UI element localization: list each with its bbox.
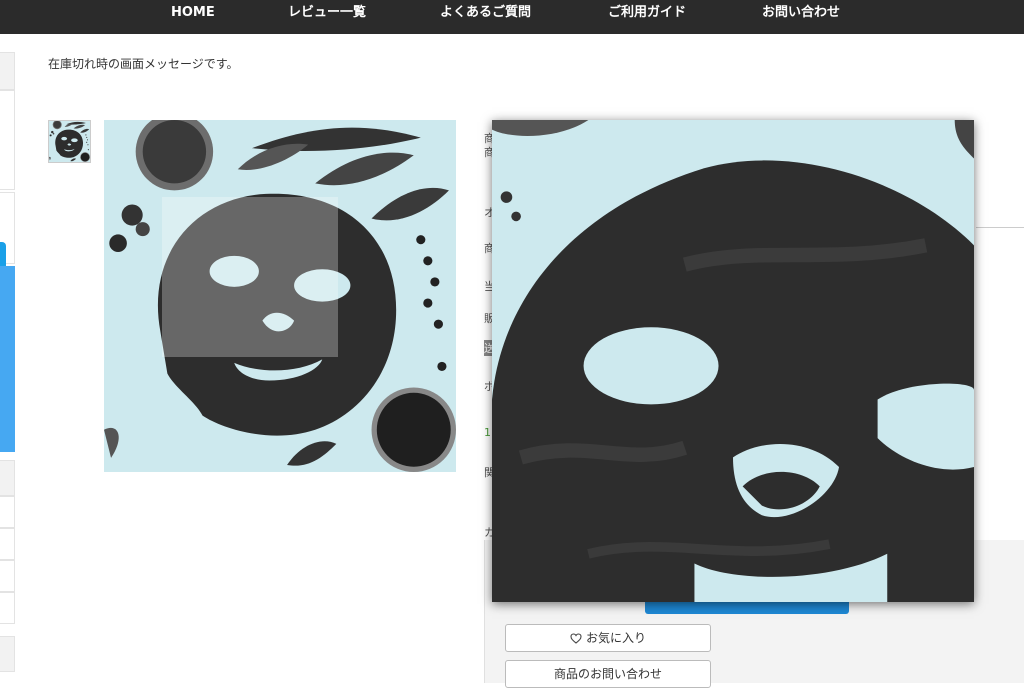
nav-home[interactable]: HOME xyxy=(171,0,215,28)
product-thumbnail[interactable] xyxy=(48,120,91,163)
sidebar-block xyxy=(0,90,15,190)
left-sidebar xyxy=(0,34,16,683)
sidebar-block xyxy=(0,52,15,90)
product-inquiry-button[interactable]: 商品のお問い合わせ xyxy=(505,660,711,688)
zoom-lens[interactable] xyxy=(162,197,338,357)
top-navigation: HOME レビュー一覧 よくあるご質問 ご利用ガイド お問い合わせ xyxy=(0,0,1024,34)
zoom-preview xyxy=(492,120,974,602)
nav-contact[interactable]: お問い合わせ xyxy=(762,0,840,28)
nav-faq[interactable]: よくあるご質問 xyxy=(440,0,531,28)
sidebar-block xyxy=(0,460,15,496)
heart-outline-icon xyxy=(570,633,582,644)
nav-reviews[interactable]: レビュー一覧 xyxy=(288,0,366,28)
sidebar-link[interactable] xyxy=(0,496,15,528)
favorite-button[interactable]: お気に入り xyxy=(505,624,711,652)
sidebar-link[interactable] xyxy=(0,592,15,624)
zoomed-product-photo xyxy=(492,120,974,602)
detail-fragment: 1 xyxy=(484,426,491,439)
sidebar-banner[interactable] xyxy=(0,266,15,452)
out-of-stock-message: 在庫切れ時の画面メッセージです。 xyxy=(48,57,239,71)
sidebar-block xyxy=(0,636,15,672)
sidebar-link[interactable] xyxy=(0,528,15,560)
favorite-label: お気に入り xyxy=(585,631,646,645)
thumbnail-image xyxy=(49,121,90,162)
nav-guide[interactable]: ご利用ガイド xyxy=(608,0,686,28)
detail-divider xyxy=(976,227,1024,228)
sidebar-link[interactable] xyxy=(0,560,15,592)
